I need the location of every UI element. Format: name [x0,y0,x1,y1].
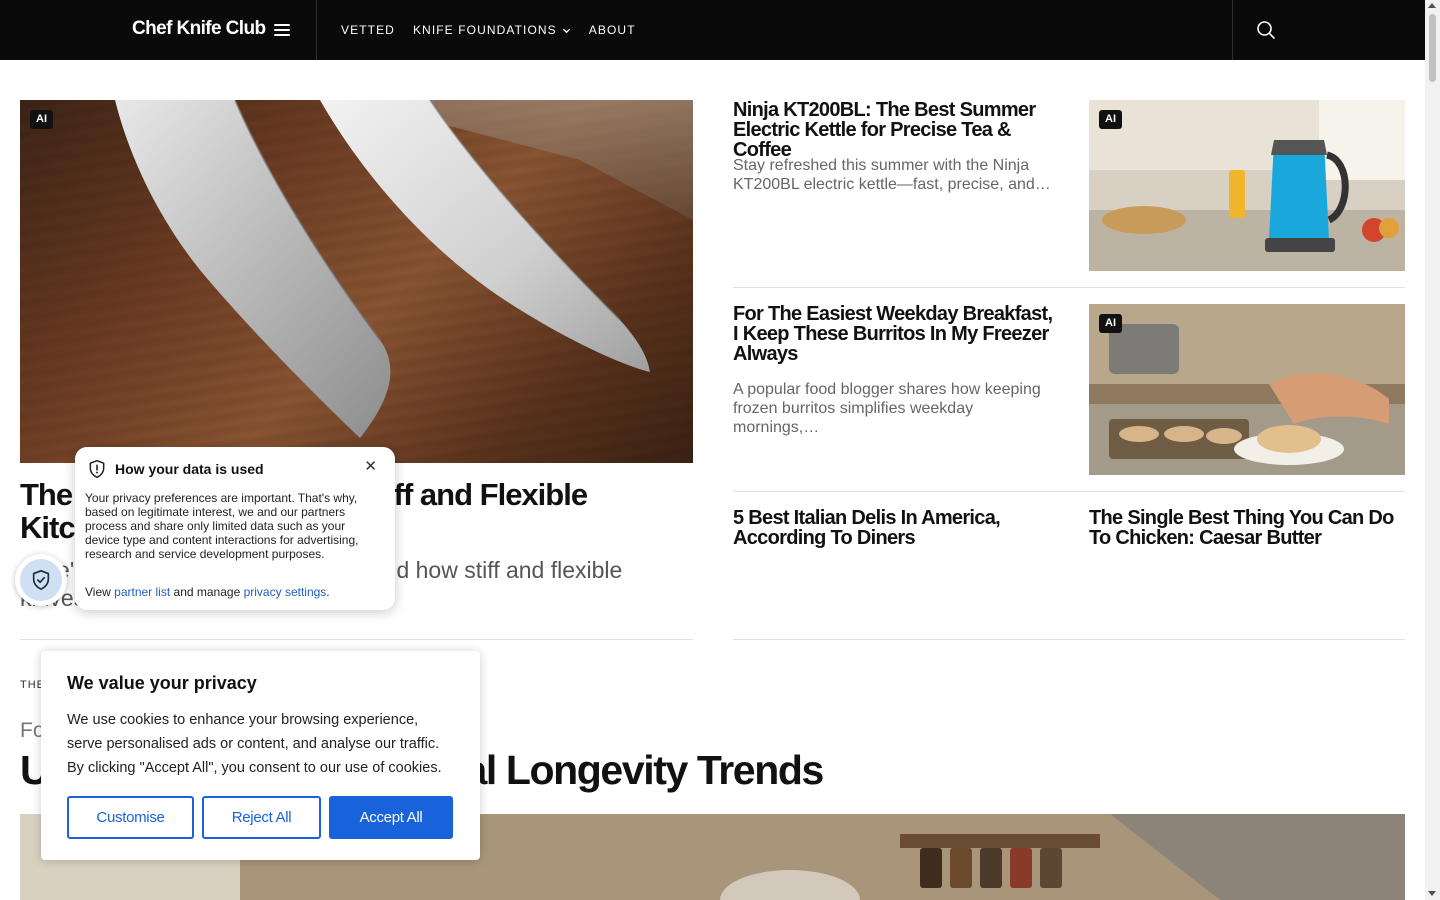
page-scrollbar[interactable] [1425,0,1440,900]
header-divider [1232,0,1233,60]
popover-title: How your data is used [115,461,264,477]
reject-all-button[interactable]: Reject All [202,796,321,839]
ai-badge: AI [30,110,53,129]
popover-body: Your privacy preferences are important. … [85,491,359,561]
ai-badge: AI [1099,110,1122,129]
hero-image[interactable]: AI [20,100,693,463]
card-title[interactable]: The Single Best Thing You Can Do To Chic… [1089,508,1405,548]
shield-check-icon [32,570,50,590]
site-logo[interactable]: Chef Knife Club [132,18,266,40]
shield-alert-icon [89,459,105,479]
popover-header: How your data is used [87,459,264,479]
knives-illustration [115,100,693,438]
nav-item-vetted[interactable]: VETTED [341,23,395,37]
kettle-illustration [1089,100,1405,271]
card-title[interactable]: For The Easiest Weekday Breakfast, I Kee… [733,304,1053,364]
card-excerpt: A popular food blogger shares how keepin… [733,381,1041,436]
scroll-up-arrow-icon[interactable] [1428,3,1436,8]
card-image-burritos[interactable]: AI [1089,304,1405,475]
divider [733,491,1405,492]
divider [733,287,1405,288]
footer-text: and manage [173,585,241,599]
hamburger-menu-icon[interactable] [272,22,292,38]
chevron-down-icon [562,28,570,33]
header-divider [316,0,317,60]
nav-label: KNIFE FOUNDATIONS [412,23,557,37]
burritos-illustration [1089,304,1405,475]
scrollbar-thumb[interactable] [1429,14,1436,82]
card-title[interactable]: 5 Best Italian Delis In America, Accordi… [733,508,1053,548]
data-usage-popover: How your data is used ✕ Your privacy pre… [75,447,395,610]
cookie-title: We value your privacy [67,673,257,693]
footer-period: . [326,585,330,599]
ai-badge: AI [1099,314,1122,333]
divider [20,639,693,640]
popover-footer: View partner list and manage privacy set… [85,585,330,599]
card-title[interactable]: Ninja KT200BL: The Best Summer Electric … [733,100,1063,160]
nav-item-knife-foundations[interactable]: KNIFE FOUNDATIONS [413,23,571,37]
card-image-kettle[interactable]: AI [1089,100,1405,271]
search-icon[interactable] [1256,20,1276,40]
partner-list-link[interactable]: partner list [114,585,170,599]
divider [733,639,1405,640]
privacy-shield-button[interactable] [15,554,67,606]
footer-text: View [85,585,111,599]
shield-icon-wrap [20,559,62,601]
card-excerpt: Stay refreshed this summer with the Ninj… [733,157,1051,193]
cookie-consent-banner: We value your privacy We use cookies to … [41,651,480,860]
cookie-text: We use cookies to enhance your browsing … [67,712,442,776]
nav-item-about[interactable]: ABOUT [589,23,636,37]
privacy-settings-link[interactable]: privacy settings [244,585,327,599]
nav-label: VETTED [341,23,395,37]
customise-button[interactable]: Customise [67,796,194,839]
close-icon[interactable]: ✕ [364,459,377,474]
accept-all-button[interactable]: Accept All [329,796,453,839]
scroll-down-arrow-icon[interactable] [1428,891,1436,896]
nav-label: ABOUT [588,23,636,37]
main-nav: VETTED KNIFE FOUNDATIONS ABOUT [341,23,636,37]
site-header: Chef Knife Club VETTED KNIFE FOUNDATIONS… [0,0,1425,60]
